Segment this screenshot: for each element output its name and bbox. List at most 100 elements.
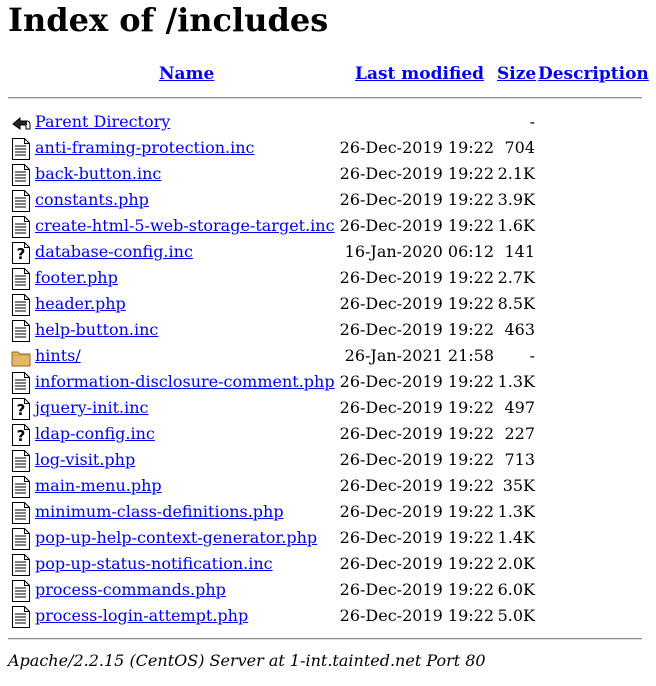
list-item: constants.php 26-Dec-2019 19:22 3.9K [0,189,656,215]
size-value: 2.7K [497,268,535,287]
size-value: 141 [504,242,535,261]
size-value: 1.3K [497,372,535,391]
file-link[interactable]: footer.php [35,267,118,289]
unknown-file-icon: ? [11,424,31,446]
size-value: 2.1K [497,164,535,183]
text-file-icon [11,372,31,394]
list-item: minimum-class-definitions.php 26-Dec-2019… [0,501,656,527]
last-modified-value: 26-Dec-2019 19:22 [339,268,494,287]
file-link[interactable]: jquery-init.inc [35,397,149,419]
svg-text:?: ? [17,245,26,263]
size-value: 1.3K [497,502,535,521]
file-link[interactable]: help-button.inc [35,319,158,341]
last-modified-value: 26-Dec-2019 19:22 [339,164,494,183]
column-header-name: Name [159,64,214,84]
list-item: footer.php 26-Dec-2019 19:22 2.7K [0,267,656,293]
file-link[interactable]: process-login-attempt.php [35,605,248,627]
file-link[interactable]: log-visit.php [35,449,135,471]
last-modified-value: 26-Dec-2019 19:22 [339,320,494,339]
last-modified-value: 26-Dec-2019 19:22 [339,528,494,547]
last-modified-value: 26-Dec-2019 19:22 [339,216,494,235]
text-file-icon [11,528,31,550]
file-link[interactable]: pop-up-help-context-generator.php [35,527,317,549]
last-modified-value: 26-Dec-2019 19:22 [339,398,494,417]
last-modified-value: 26-Dec-2019 19:22 [339,190,494,209]
text-file-icon [11,580,31,602]
size-value: 8.5K [497,294,535,313]
text-file-icon [11,294,31,316]
size-value: 3.9K [497,190,535,209]
last-modified-value: 26-Dec-2019 19:22 [339,502,494,521]
file-link[interactable]: process-commands.php [35,579,226,601]
list-item: process-commands.php 26-Dec-2019 19:22 6.0… [0,579,656,605]
last-modified-value: 26-Dec-2019 19:22 [339,476,494,495]
svg-text:?: ? [17,401,26,419]
file-link[interactable]: back-button.inc [35,163,161,185]
list-item: main-menu.php 26-Dec-2019 19:22 35K [0,475,656,501]
text-file-icon [11,216,31,238]
unknown-file-icon: ? [11,398,31,420]
last-modified-value: 26-Jan-2021 21:58 [344,346,494,365]
text-file-icon [11,164,31,186]
list-item: ? database-config.inc 16-Jan-2020 06:12 141 [0,241,656,267]
sort-by-description-link[interactable]: Description [538,64,649,84]
back-icon [11,112,31,134]
page-title: Index of /includes [8,1,329,39]
footer-divider [8,638,642,640]
last-modified-value: 16-Jan-2020 06:12 [344,242,494,261]
last-modified-value: 26-Dec-2019 19:22 [339,372,494,391]
unknown-file-icon: ? [11,242,31,264]
last-modified-value: 26-Dec-2019 19:22 [339,606,494,625]
list-item: log-visit.php 26-Dec-2019 19:22 713 [0,449,656,475]
file-link[interactable]: pop-up-status-notification.inc [35,553,273,575]
list-item: back-button.inc 26-Dec-2019 19:22 2.1K [0,163,656,189]
file-link[interactable]: constants.php [35,189,149,211]
text-file-icon [11,268,31,290]
file-link[interactable]: create-html-5-web-storage-target.inc [35,215,335,237]
size-value: - [529,112,535,131]
list-item: create-html-5-web-storage-target.inc 26-D… [0,215,656,241]
file-link[interactable]: Parent Directory [35,111,170,133]
file-link[interactable]: database-config.inc [35,241,193,263]
text-file-icon [11,502,31,524]
size-value: 704 [504,138,535,157]
sort-by-name-link[interactable]: Name [159,64,214,84]
list-item: help-button.inc 26-Dec-2019 19:22 463 [0,319,656,345]
file-link[interactable]: information-disclosure-comment.php [35,371,335,393]
list-item: information-disclosure-comment.php 26-Dec… [0,371,656,397]
text-file-icon [11,476,31,498]
size-value: - [529,346,535,365]
list-item: header.php 26-Dec-2019 19:22 8.5K [0,293,656,319]
file-link[interactable]: minimum-class-definitions.php [35,501,284,523]
column-header-description: Description [538,64,649,84]
list-item: Parent Directory - [0,111,656,137]
text-file-icon [11,450,31,472]
text-file-icon [11,320,31,342]
column-header-last-modified: Last modified [355,64,484,84]
list-item: anti-framing-protection.inc 26-Dec-2019 1… [0,137,656,163]
file-link[interactable]: header.php [35,293,126,315]
size-value: 1.6K [497,216,535,235]
file-link[interactable]: ldap-config.inc [35,423,155,445]
sort-by-size-link[interactable]: Size [497,64,536,84]
last-modified-value: 26-Dec-2019 19:22 [339,294,494,313]
file-link[interactable]: hints/ [35,345,81,367]
sort-by-last-modified-link[interactable]: Last modified [355,64,484,84]
size-value: 6.0K [497,580,535,599]
size-value: 227 [504,424,535,443]
last-modified-value: 26-Dec-2019 19:22 [339,424,494,443]
size-value: 35K [502,476,535,495]
folder-icon [11,346,31,368]
file-link[interactable]: anti-framing-protection.inc [35,137,254,159]
size-value: 1.4K [497,528,535,547]
size-value: 463 [504,320,535,339]
size-value: 713 [504,450,535,469]
list-item: pop-up-help-context-generator.php 26-Dec-… [0,527,656,553]
last-modified-value: 26-Dec-2019 19:22 [339,580,494,599]
header-divider [8,97,642,99]
size-value: 497 [504,398,535,417]
size-value: 2.0K [497,554,535,573]
text-file-icon [11,606,31,628]
file-link[interactable]: main-menu.php [35,475,162,497]
list-item: ? jquery-init.inc 26-Dec-2019 19:22 497 [0,397,656,423]
